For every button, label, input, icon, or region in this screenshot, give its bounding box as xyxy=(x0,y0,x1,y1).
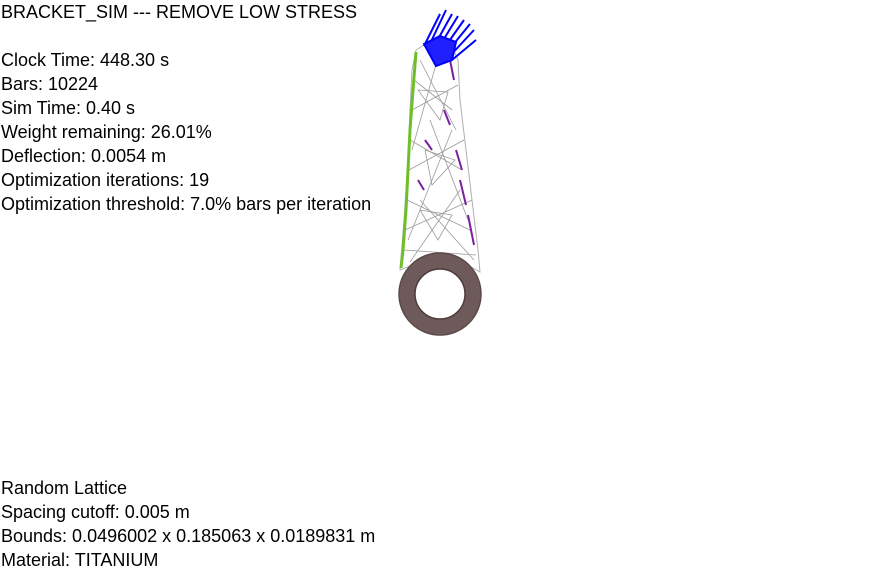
mount-ring-inner-edge xyxy=(414,268,466,320)
bar-count: Bars: 10224 xyxy=(1,74,99,94)
bracket-viewport[interactable] xyxy=(380,0,500,340)
weight-remaining: Weight remaining: 26.01% xyxy=(1,122,212,142)
bracket-model xyxy=(398,9,482,336)
sim-time: Sim Time: 0.40 s xyxy=(1,98,136,118)
deflection: Deflection: 0.0054 m xyxy=(1,146,167,166)
optimization-iterations: Optimization iterations: 19 xyxy=(1,170,210,190)
mount-ring xyxy=(399,253,481,335)
load-arrows xyxy=(422,9,477,68)
sim-title: BRACKET_SIM --- REMOVE LOW STRESS xyxy=(1,2,358,22)
material: Material: TITANIUM xyxy=(1,550,159,570)
stats-panel: BRACKET_SIM --- REMOVE LOW STRESS Clock … xyxy=(1,0,371,216)
bounds: Bounds: 0.0496002 x 0.185063 x 0.0189831… xyxy=(1,526,376,546)
lattice-type: Random Lattice xyxy=(1,478,128,498)
optimization-threshold: Optimization threshold: 7.0% bars per it… xyxy=(1,194,372,214)
spacing-cutoff: Spacing cutoff: 0.005 m xyxy=(1,502,190,522)
lattice-info-panel: Random Lattice Spacing cutoff: 0.005 m B… xyxy=(1,476,375,572)
clock-time: Clock Time: 448.30 s xyxy=(1,50,170,70)
